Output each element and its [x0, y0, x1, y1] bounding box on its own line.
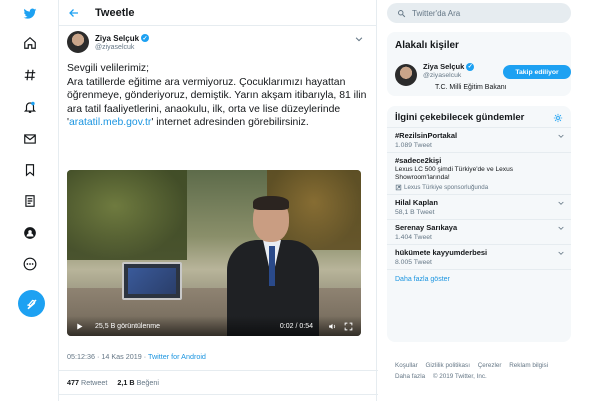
left-nav: [0, 0, 58, 401]
author-handle: @ziyaselcuk: [95, 43, 135, 51]
messages-icon[interactable]: [22, 131, 38, 147]
trend-item[interactable]: #RezilsinPortakal 1.089 Tweet: [387, 128, 571, 153]
author-name[interactable]: Ziya Selçuk: [95, 34, 139, 43]
right-sidebar: Twitter'da Ara Alakalı kişiler Ziya Selç…: [387, 0, 600, 401]
tweet-author[interactable]: Ziya Selçuk ✓ @ziyaselcuk: [67, 31, 150, 53]
trend-item[interactable]: Serenay Sarıkaya 1.404 Tweet: [387, 220, 571, 245]
chevron-down-icon[interactable]: [557, 132, 565, 140]
related-people-panel: Alakalı kişiler Ziya Selçuk ✓ @ziyaselcu…: [387, 32, 571, 96]
tweet-column: Tweetle Ziya Selçuk ✓ @ziyaselcuk Sevgil…: [58, 0, 378, 401]
trend-item[interactable]: hükümete kayyumderbesi 8.005 Tweet: [387, 245, 571, 270]
footer-link[interactable]: Koşullar: [395, 362, 418, 369]
search-icon: [398, 9, 406, 17]
author-avatar[interactable]: [67, 31, 89, 53]
lists-icon[interactable]: [22, 193, 38, 209]
home-icon[interactable]: [22, 35, 38, 51]
trends-title: İlgini çekebilecek gündemler: [395, 112, 525, 123]
promoted-icon: [395, 184, 402, 191]
more-icon[interactable]: [22, 256, 38, 272]
back-arrow-icon[interactable]: [67, 6, 81, 20]
trends-panel: İlgini çekebilecek gündemler #RezilsinPo…: [387, 106, 571, 342]
notifications-icon[interactable]: [22, 99, 38, 115]
trend-item[interactable]: Hilal Kaplan 58,1 B Tweet: [387, 195, 571, 220]
fullscreen-icon[interactable]: [343, 321, 353, 331]
related-title: Alakalı kişiler: [395, 40, 459, 51]
trend-item[interactable]: #sadece2kişi Lexus LC 500 şimdi Türkiye'…: [387, 153, 571, 195]
tweet-stats: 477 Retweet 2,1 B Beğeni: [67, 378, 159, 387]
footer: Koşullar Gizlilik politikası Çerezler Re…: [395, 360, 585, 382]
retweet-count[interactable]: 477 Retweet: [67, 378, 107, 387]
explore-icon[interactable]: [22, 67, 38, 83]
play-icon[interactable]: [75, 321, 85, 331]
verified-badge-icon: ✓: [466, 62, 475, 71]
bookmarks-icon[interactable]: [22, 162, 38, 178]
avatar[interactable]: [395, 64, 417, 86]
like-count[interactable]: 2,1 B Beğeni: [117, 378, 159, 387]
footer-link[interactable]: Reklam bilgisi: [509, 362, 548, 369]
compose-tweet-button[interactable]: [18, 290, 45, 317]
footer-link[interactable]: Çerezler: [478, 362, 502, 369]
related-bio: T.C. Milli Eğitim Bakanı: [435, 84, 507, 91]
verified-badge-icon: ✓: [141, 34, 150, 42]
footer-link[interactable]: Gizlilik politikası: [426, 362, 470, 369]
show-more-link[interactable]: Daha fazla göster: [387, 270, 571, 289]
tweet-source[interactable]: Twitter for Android: [148, 352, 206, 361]
tweet-video[interactable]: 25,5 B görüntülenme 0:02 / 0:54: [67, 170, 361, 336]
volume-icon[interactable]: [327, 321, 337, 331]
profile-icon[interactable]: [22, 225, 38, 241]
chevron-down-icon[interactable]: [557, 199, 565, 207]
chevron-down-icon[interactable]: [557, 224, 565, 232]
chevron-down-icon[interactable]: [557, 249, 565, 257]
tweet-header: Tweetle: [59, 0, 376, 26]
video-controls: 25,5 B görüntülenme 0:02 / 0:54: [67, 316, 361, 336]
tweet-timestamp: 05:12:36 · 14 Kas 2019 · Twitter for And…: [67, 352, 206, 361]
related-person[interactable]: Ziya Selçuk ✓ @ziyaselcuk T.C. Milli Eği…: [395, 62, 571, 92]
video-laptop: [122, 262, 182, 300]
copyright: © 2019 Twitter, Inc.: [432, 373, 487, 380]
following-button[interactable]: Takip ediliyor: [503, 65, 571, 79]
settings-gear-icon[interactable]: [553, 113, 563, 123]
tweet-link[interactable]: aratatil.meb.gov.tr: [69, 117, 151, 128]
video-views: 25,5 B görüntülenme: [95, 322, 160, 330]
tweet-text: Sevgili velilerimiz; Ara tatillerde eğit…: [67, 63, 367, 128]
search-input[interactable]: Twitter'da Ara: [387, 3, 571, 23]
footer-more-link[interactable]: Daha fazla: [395, 373, 425, 380]
chevron-down-icon[interactable]: [354, 34, 364, 46]
feather-icon: [26, 298, 37, 310]
video-time: 0:02 / 0:54: [279, 322, 313, 330]
twitter-logo-icon[interactable]: [22, 6, 38, 22]
page-title: Tweetle: [95, 6, 135, 19]
